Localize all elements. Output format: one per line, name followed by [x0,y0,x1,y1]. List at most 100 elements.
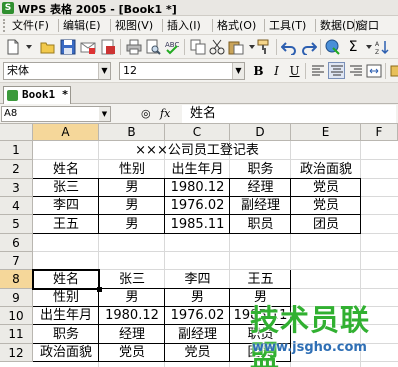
header-cell-position[interactable]: 职务 [230,160,291,179]
save-icon[interactable] [60,39,76,55]
print-preview-icon[interactable] [145,39,161,55]
sort-icon[interactable]: AZ [374,39,390,55]
header-cell-political[interactable]: 政治面貌 [291,160,361,179]
menu-view[interactable]: 视图(V) [115,18,153,33]
open-icon[interactable] [40,39,56,55]
new-dropdown-icon[interactable] [23,39,39,55]
table-cell[interactable]: 出生年月 [33,307,99,325]
menu-window[interactable]: 窗口(W) [357,18,398,47]
email-icon[interactable] [80,39,96,55]
name-box[interactable]: A8 ▼ [1,106,111,122]
copy-icon[interactable] [190,39,206,55]
font-name-dropdown-icon[interactable]: ▼ [98,63,110,79]
table-cell[interactable]: 男 [165,289,230,307]
table-cell[interactable]: 经理 [99,325,165,344]
menu-format[interactable]: 格式(O) [217,18,256,33]
font-size-dropdown-icon[interactable]: ▼ [232,63,244,79]
fill-handle[interactable] [97,287,102,292]
row-header-8[interactable]: 8 [0,270,33,289]
select-all-corner[interactable] [0,124,33,141]
table-cell[interactable]: 李四 [165,270,230,289]
table-cell[interactable]: 党员 [291,197,361,215]
italic-button[interactable]: I [268,63,285,80]
column-header-f[interactable]: F [361,124,398,141]
table-cell[interactable]: 副经理 [165,325,230,344]
table-cell[interactable]: 职员 [230,215,291,234]
align-left-icon[interactable] [310,63,326,79]
paste-dropdown-icon[interactable] [244,39,255,55]
menu-insert[interactable]: 插入(I) [167,18,201,33]
table-cell[interactable]: 男 [99,179,165,197]
row-header-5[interactable]: 5 [0,215,33,234]
row-header-9[interactable]: 9 [0,289,33,307]
table-cell[interactable]: 党员 [99,344,165,362]
row-header-3[interactable]: 3 [0,179,33,197]
table-cell[interactable]: 男 [99,289,165,307]
header-cell-name[interactable]: 姓名 [33,160,99,179]
new-icon[interactable] [5,39,21,55]
column-header-d[interactable]: D [230,124,291,141]
table-cell[interactable]: 党员 [291,179,361,197]
table-cell[interactable]: 李四 [33,197,99,215]
menu-file[interactable]: 文件(F) [12,18,49,33]
table-cell[interactable]: 1980.12 [165,179,230,197]
row-header-7[interactable]: 7 [0,252,33,270]
row-header-2[interactable]: 2 [0,160,33,179]
table-cell[interactable]: 王五 [33,215,99,234]
menu-tools[interactable]: 工具(T) [269,18,306,33]
row-header-4[interactable]: 4 [0,197,33,215]
font-name-select[interactable]: 宋体 ▼ [3,62,111,80]
table-cell[interactable]: 1980.12 [99,307,165,325]
font-size-select[interactable]: 12 ▼ [119,62,245,80]
spellcheck-icon[interactable]: ABC [164,39,180,55]
column-header-e[interactable]: E [291,124,361,141]
tab-book1[interactable]: Book1 * [3,86,71,104]
search-function-icon[interactable]: ◎ [141,107,151,120]
row-header-11[interactable]: 11 [0,325,33,344]
table-cell[interactable]: 党员 [165,344,230,362]
table-cell[interactable]: 张三 [99,270,165,289]
table-cell[interactable]: 王五 [230,270,291,289]
table-cell[interactable]: 职务 [33,325,99,344]
export-pdf-icon[interactable] [100,39,116,55]
table-cell[interactable]: 经理 [230,179,291,197]
table-cell[interactable]: 副经理 [230,197,291,215]
table-cell[interactable]: 团员 [291,215,361,234]
bold-button[interactable]: B [250,63,267,80]
row-header-12[interactable]: 12 [0,344,33,362]
table-cell[interactable]: 男 [99,197,165,215]
table-cell[interactable]: 1976.02 [165,307,230,325]
table-cell[interactable]: 男 [99,215,165,234]
hyperlink-icon[interactable] [325,39,341,55]
header-cell-birth[interactable]: 出生年月 [165,160,230,179]
table-cell[interactable]: 政治面貌 [33,344,99,362]
format-painter-icon[interactable] [256,39,272,55]
merge-center-icon[interactable] [366,63,382,79]
table-cell[interactable]: 1976.02 [165,197,230,215]
undo-icon[interactable] [281,39,297,55]
column-header-a[interactable]: A [33,124,99,141]
table-cell[interactable]: 张三 [33,179,99,197]
formula-input[interactable]: 姓名 [182,105,396,123]
align-center-icon[interactable] [328,62,345,79]
currency-icon[interactable] [388,63,398,79]
table-cell[interactable]: 1985.11 [165,215,230,234]
paste-icon[interactable] [228,39,244,55]
sheet-title-cell[interactable]: ×××公司员工登记表 [33,141,361,160]
row-header-10[interactable]: 10 [0,307,33,325]
autosum-icon[interactable]: Σ [345,39,361,55]
align-right-icon[interactable] [348,63,364,79]
insert-function-icon[interactable]: fx [160,107,170,120]
row-header-1[interactable]: 1 [0,141,33,160]
autosum-dropdown-icon[interactable] [361,39,372,55]
name-box-dropdown-icon[interactable]: ▼ [99,107,110,121]
row-header-6[interactable]: 6 [0,234,33,252]
redo-icon[interactable] [301,39,317,55]
table-cell[interactable]: 性别 [33,289,99,307]
underline-button[interactable]: U [286,63,303,80]
menu-edit[interactable]: 编辑(E) [63,18,101,33]
column-header-b[interactable]: B [99,124,165,141]
header-cell-gender[interactable]: 性别 [99,160,165,179]
print-icon[interactable] [126,39,142,55]
cut-icon[interactable] [209,39,225,55]
